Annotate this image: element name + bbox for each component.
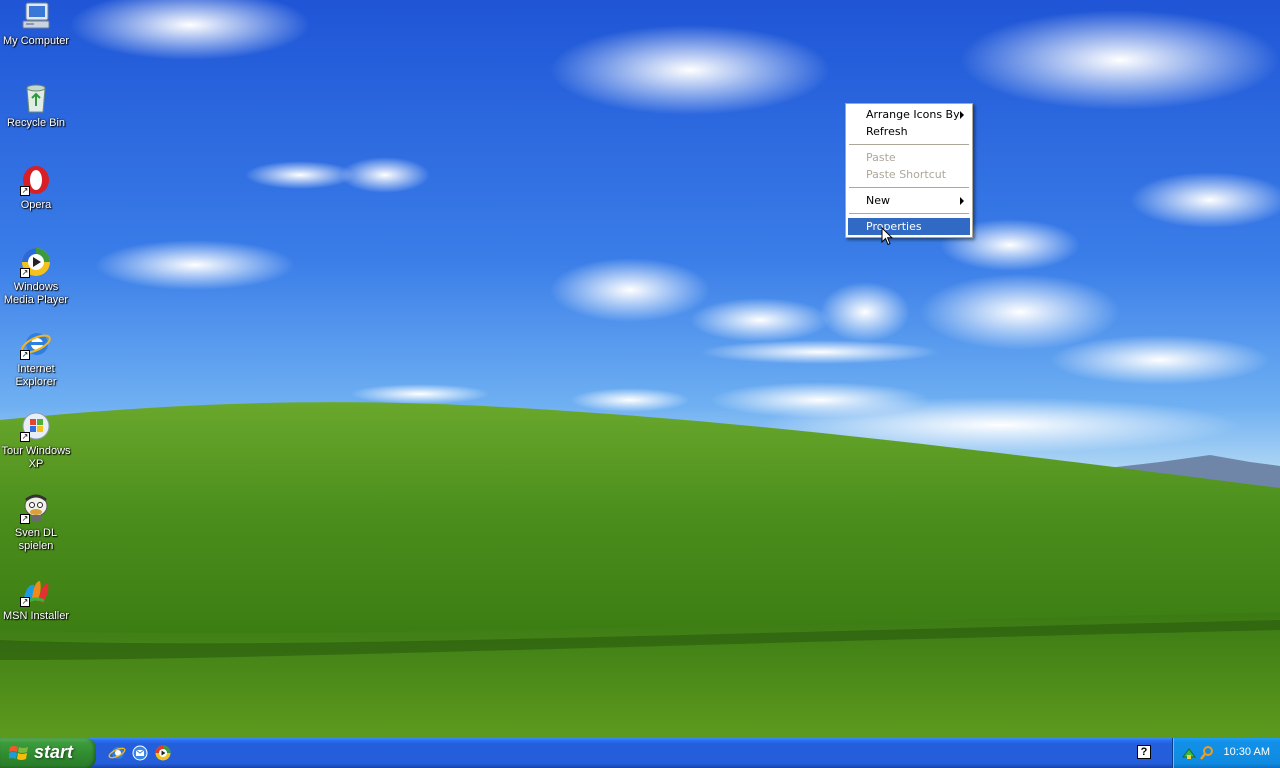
submenu-arrow-icon <box>960 197 964 205</box>
shortcut-arrow-icon: ↗ <box>20 432 30 442</box>
my-computer-icon <box>20 0 52 32</box>
shortcut-arrow-icon: ↗ <box>20 350 30 360</box>
desktop-context-menu: Arrange Icons By Refresh Paste Paste Sho… <box>845 103 973 238</box>
msn-installer-icon: ↗ <box>20 575 52 607</box>
network-icon[interactable] <box>1181 745 1197 761</box>
tour-windows-xp-icon: ↗ <box>20 410 52 442</box>
menu-item-label: Refresh <box>866 125 908 138</box>
sven-dl-spielen[interactable]: ↗ Sven DL spielen <box>0 492 72 553</box>
icon-label: Recycle Bin <box>6 117 66 129</box>
shortcut-arrow-icon: ↗ <box>20 268 30 278</box>
menu-item-new[interactable]: New <box>848 192 970 209</box>
start-label: start <box>34 742 74 762</box>
shortcut-arrow-icon: ↗ <box>20 514 30 524</box>
menu-separator <box>849 213 969 214</box>
opera-icon: ↗ <box>20 164 52 196</box>
menu-item-label: Arrange Icons By <box>866 108 960 121</box>
icon-label: Tour Windows XP <box>1 445 71 470</box>
outlook-express-icon[interactable] <box>131 744 149 762</box>
recycle-bin[interactable]: Recycle Bin <box>0 82 72 130</box>
submenu-arrow-icon <box>960 111 964 119</box>
icon-label: Windows Media Player <box>3 281 69 306</box>
menu-item-paste[interactable]: Paste <box>848 149 970 166</box>
menu-item-arrange-icons-by[interactable]: Arrange Icons By <box>848 106 970 123</box>
media-player-icon[interactable] <box>154 744 172 762</box>
search-icon[interactable] <box>1199 745 1215 761</box>
tour-windows-xp[interactable]: ↗ Tour Windows XP <box>0 410 72 471</box>
shortcut-arrow-icon: ↗ <box>20 597 30 607</box>
menu-item-label: Paste <box>866 151 896 164</box>
menu-item-refresh[interactable]: Refresh <box>848 123 970 140</box>
recycle-bin-icon <box>20 82 52 114</box>
icon-label: MSN Installer <box>2 610 70 622</box>
internet-explorer[interactable]: ↗ Internet Explorer <box>0 328 72 389</box>
icon-label: Sven DL spielen <box>14 527 58 552</box>
help-icon[interactable]: ? <box>1137 745 1151 759</box>
menu-item-label: Properties <box>866 220 922 233</box>
menu-separator <box>849 187 969 188</box>
internet-explorer-icon: ↗ <box>20 328 52 360</box>
windows-media-player-icon: ↗ <box>20 246 52 278</box>
menu-item-label: New <box>866 194 890 207</box>
icon-label: Internet Explorer <box>15 363 57 388</box>
icon-label: Opera <box>20 199 52 211</box>
icon-label: My Computer <box>2 35 70 47</box>
windows-logo-icon <box>9 746 28 760</box>
windows-media-player[interactable]: ↗ Windows Media Player <box>0 246 72 307</box>
bliss-wallpaper <box>0 0 1280 738</box>
shortcut-arrow-icon: ↗ <box>20 186 30 196</box>
menu-separator <box>849 144 969 145</box>
system-tray: 10:30 AM <box>1172 738 1280 768</box>
desktop[interactable]: My Computer Recycle Bin ↗ Opera ↗ Window… <box>0 0 1280 738</box>
opera[interactable]: ↗ Opera <box>0 164 72 212</box>
menu-item-properties[interactable]: Properties <box>848 218 970 235</box>
taskbar: start ? 10:30 AM <box>0 738 1280 768</box>
menu-item-label: Paste Shortcut <box>866 168 947 181</box>
menu-item-paste-shortcut[interactable]: Paste Shortcut <box>848 166 970 183</box>
msn-installer[interactable]: ↗ MSN Installer <box>0 575 72 623</box>
mouse-cursor-icon <box>881 227 893 246</box>
internet-explorer-icon[interactable] <box>108 744 126 762</box>
my-computer[interactable]: My Computer <box>0 0 72 48</box>
start-button[interactable]: start <box>0 738 96 768</box>
clock[interactable]: 10:30 AM <box>1224 746 1270 758</box>
sven-dl-spielen-icon: ↗ <box>20 492 52 524</box>
